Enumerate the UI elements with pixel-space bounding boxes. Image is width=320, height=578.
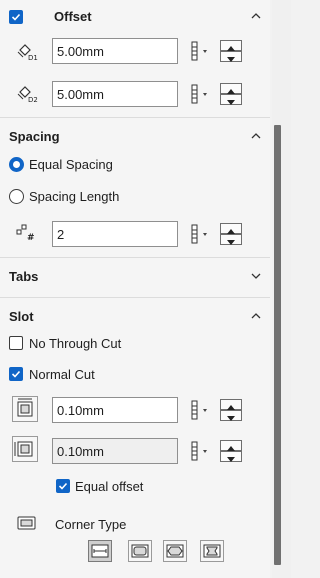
divider xyxy=(0,117,270,118)
tabs-section-header[interactable]: Tabs xyxy=(0,266,270,288)
chevron-down-icon[interactable] xyxy=(250,270,262,282)
d2-stepper[interactable] xyxy=(182,81,250,107)
slot-width-value: 0.10mm xyxy=(57,403,104,418)
slot-length-value: 0.10mm xyxy=(57,444,104,459)
normal-cut-label: Normal Cut xyxy=(29,367,95,382)
slot-width-stepper[interactable] xyxy=(182,397,250,423)
no-through-cut-label: No Through Cut xyxy=(29,336,122,351)
equal-spacing-radio[interactable] xyxy=(9,157,24,172)
spin-up-button[interactable] xyxy=(220,40,242,51)
unit-selector-icon[interactable] xyxy=(182,38,214,64)
tabs-title: Tabs xyxy=(9,269,39,284)
equal-offset-checkbox[interactable] xyxy=(56,479,70,493)
equal-offset-label: Equal offset xyxy=(75,479,144,494)
svg-text:D2: D2 xyxy=(28,96,38,104)
d2-dimension-icon: D2 xyxy=(16,82,38,104)
slot-length-stepper[interactable] xyxy=(182,438,250,464)
slot-title: Slot xyxy=(9,309,34,324)
capsule-corner-button[interactable] xyxy=(163,540,187,562)
instance-count-input[interactable]: 2 xyxy=(52,221,178,247)
spin-up-button[interactable] xyxy=(220,83,242,94)
instance-count-icon: # xyxy=(16,222,38,244)
chevron-up-icon[interactable] xyxy=(250,310,262,322)
slot-length-input[interactable]: 0.10mm xyxy=(52,438,178,464)
spacing-section-header[interactable]: Spacing xyxy=(0,126,270,148)
slot-width-input[interactable]: 0.10mm xyxy=(52,397,178,423)
chevron-up-icon[interactable] xyxy=(250,10,262,22)
spacing-title: Spacing xyxy=(9,129,60,144)
scrollbar-thumb[interactable] xyxy=(274,125,281,565)
d1-value: 5.00mm xyxy=(57,44,104,59)
unit-selector-icon[interactable] xyxy=(182,397,214,423)
d2-value: 5.00mm xyxy=(57,87,104,102)
svg-text:D1: D1 xyxy=(28,54,38,62)
slot-length-icon[interactable] xyxy=(12,436,38,462)
divider xyxy=(0,257,270,258)
chevron-up-icon[interactable] xyxy=(250,130,262,142)
d1-dimension-icon: D1 xyxy=(16,40,38,62)
unit-selector-icon[interactable] xyxy=(182,81,214,107)
divider xyxy=(0,297,270,298)
rounded-corner-button[interactable] xyxy=(128,540,152,562)
offset-title: Offset xyxy=(54,9,92,24)
spin-up-button[interactable] xyxy=(220,440,242,451)
offset-checkbox[interactable] xyxy=(9,10,23,24)
corner-type-label: Corner Type xyxy=(55,517,127,532)
spin-down-button[interactable] xyxy=(220,410,242,421)
property-panel: Offset D1 5.00mm D2 5.00mm Spacing Equal… xyxy=(0,0,270,578)
corner-type-icon xyxy=(16,512,38,534)
notched-corner-button[interactable] xyxy=(200,540,224,562)
spin-down-button[interactable] xyxy=(220,234,242,245)
offset-section-header[interactable]: Offset xyxy=(0,6,270,28)
rectangular-corner-button[interactable] xyxy=(88,540,112,562)
instance-count-stepper[interactable] xyxy=(182,221,250,247)
d1-stepper[interactable] xyxy=(182,38,250,64)
d2-input[interactable]: 5.00mm xyxy=(52,81,178,107)
spin-up-button[interactable] xyxy=(220,399,242,410)
unit-selector-icon[interactable] xyxy=(182,438,214,464)
normal-cut-checkbox[interactable] xyxy=(9,367,23,381)
spin-down-button[interactable] xyxy=(220,94,242,105)
equal-spacing-label: Equal Spacing xyxy=(29,157,113,172)
unit-selector-icon[interactable] xyxy=(182,221,214,247)
spin-down-button[interactable] xyxy=(220,51,242,62)
spacing-length-radio[interactable] xyxy=(9,189,24,204)
vertical-scrollbar[interactable] xyxy=(272,0,291,578)
svg-text:#: # xyxy=(27,233,35,243)
spacing-length-label: Spacing Length xyxy=(29,189,120,204)
no-through-cut-checkbox[interactable] xyxy=(9,336,23,350)
slot-width-icon[interactable] xyxy=(12,396,38,422)
spin-down-button[interactable] xyxy=(220,451,242,462)
slot-section-header[interactable]: Slot xyxy=(0,306,270,328)
instance-count-value: 2 xyxy=(57,227,65,242)
d1-input[interactable]: 5.00mm xyxy=(52,38,178,64)
spin-up-button[interactable] xyxy=(220,223,242,234)
